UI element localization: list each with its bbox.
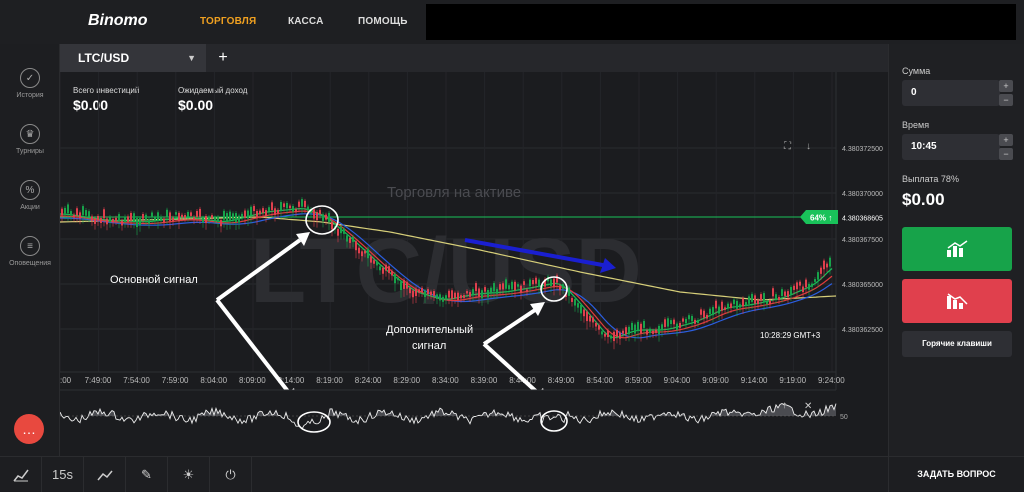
indicators-icon bbox=[96, 470, 113, 480]
drawing-tools-button[interactable]: ✎ bbox=[126, 457, 168, 492]
price-tick-label: 4.380367500 bbox=[842, 237, 883, 244]
oscillator-level: 50 bbox=[840, 414, 848, 421]
time-tick-label: 9:14:00 bbox=[741, 376, 768, 385]
server-time: 10:28:29 GMT+3 bbox=[760, 331, 821, 340]
time-tick-label: 8:34:00 bbox=[432, 376, 459, 385]
indicators-button[interactable] bbox=[84, 457, 126, 492]
drawing-tools-icon: ✎ bbox=[141, 466, 152, 482]
time-axis: :00 7:49:00 7:54:00 7:59:00 8:04:00 8:09:00 8:… bbox=[60, 376, 845, 385]
redacted-area bbox=[426, 4, 1016, 40]
amount-plus-button[interactable]: + bbox=[999, 80, 1013, 92]
chat-icon: … bbox=[22, 421, 36, 437]
time-input[interactable]: 10:45 bbox=[902, 134, 1000, 160]
chart-type-button[interactable] bbox=[0, 457, 42, 492]
chart-down-icon bbox=[947, 293, 968, 309]
amount-minus-button[interactable]: − bbox=[999, 94, 1013, 106]
price-tick-label: 4.380362500 bbox=[842, 327, 883, 334]
sidebar-item-label: История bbox=[16, 92, 44, 99]
nav-trade[interactable]: ТОРГОВЛЯ bbox=[200, 16, 256, 27]
asset-tab[interactable]: LTC/USD ▼ bbox=[60, 44, 206, 72]
time-tick-label: 8:09:00 bbox=[239, 376, 266, 385]
chart-area[interactable]: Всего инвестиций $0.00 Ожидаемый доход $… bbox=[60, 72, 888, 456]
nav-help[interactable]: ПОМОЩЬ bbox=[358, 16, 408, 27]
annotation-extra-signal-line1: Дополнительный bbox=[386, 324, 473, 336]
time-tick-label: 8:39:00 bbox=[471, 376, 498, 385]
time-tick-label: 9:09:00 bbox=[702, 376, 729, 385]
time-tick-label: 8:29:00 bbox=[393, 376, 420, 385]
payout-label: Выплата 78% bbox=[902, 174, 959, 184]
close-icon[interactable]: ✕ bbox=[804, 401, 812, 412]
nav-cash[interactable]: КАССА bbox=[288, 16, 324, 27]
sidebar-item-label: Турниры bbox=[16, 148, 44, 155]
amount-label: Сумма bbox=[902, 66, 931, 76]
time-tick-label: 8:59:00 bbox=[625, 376, 652, 385]
time-tick-label: 9:24:00 bbox=[818, 376, 845, 385]
time-tick-label: 8:19:00 bbox=[316, 376, 343, 385]
current-price-badge: 64% ↑ 4.380368605 bbox=[800, 210, 888, 224]
trade-panel: Сумма 0 + − Время 10:45 + − Выплата 78% … bbox=[888, 44, 1024, 456]
annotation-extra-signal-line2: сигнал bbox=[412, 340, 446, 352]
notifications-icon: ≡ bbox=[20, 236, 40, 256]
sidebar-item-promo[interactable]: % Акции bbox=[0, 180, 60, 211]
time-tick-label: 7:54:00 bbox=[123, 376, 150, 385]
chart-type-icon bbox=[12, 469, 29, 481]
sidebar-item-label: Акции bbox=[20, 204, 40, 211]
time-tick-label: 8:24:00 bbox=[355, 376, 382, 385]
download-icon[interactable]: ↓ bbox=[806, 141, 811, 152]
theme-button[interactable]: ☀ bbox=[168, 457, 210, 492]
sidebar-item-label: Оповещения bbox=[9, 260, 51, 267]
timeframe-button[interactable]: 15s bbox=[42, 457, 84, 492]
ask-question-button[interactable]: ЗАДАТЬ ВОПРОС bbox=[888, 457, 1024, 492]
time-plus-button[interactable]: + bbox=[999, 134, 1013, 146]
signals-button[interactable]: ⏻ bbox=[210, 457, 252, 492]
plug-icon: ⏻ bbox=[225, 466, 236, 482]
payout-value: $0.00 bbox=[902, 190, 945, 209]
top-bar: Binomo ТОРГОВЛЯ КАССА ПОМОЩЬ bbox=[0, 0, 1024, 44]
price-tick-label: 4.380372500 bbox=[842, 146, 883, 153]
fullscreen-icon[interactable]: ⛶ bbox=[783, 141, 792, 152]
move-up-icon[interactable]: ↑ bbox=[782, 400, 787, 411]
price-axis: 4.380372500 4.380370000 4.380367500 4.38036… bbox=[842, 146, 883, 334]
time-tick-label: 9:04:00 bbox=[664, 376, 691, 385]
sun-icon: ☀ bbox=[182, 466, 195, 482]
history-icon: ✓ bbox=[20, 68, 40, 88]
call-button[interactable] bbox=[902, 227, 1012, 271]
bottom-toolbar: 15s ✎ ☀ ⏻ ЗАДАТЬ ВОПРОС bbox=[0, 456, 1024, 492]
sidebar: ✓ История ♛ Турниры % Акции ≡ Оповещения bbox=[0, 44, 60, 456]
time-tick-label: 8:04:00 bbox=[200, 376, 227, 385]
tournaments-icon: ♛ bbox=[20, 124, 40, 144]
time-tick-label: 8:49:00 bbox=[548, 376, 575, 385]
current-price-value: 4.380368605 bbox=[842, 216, 883, 223]
put-button[interactable] bbox=[902, 279, 1012, 323]
chat-button[interactable]: … bbox=[14, 414, 44, 444]
sidebar-item-notifications[interactable]: ≡ Оповещения bbox=[0, 236, 60, 267]
time-tick-label: 8:54:00 bbox=[586, 376, 613, 385]
hotkeys-button[interactable]: Горячие клавиши bbox=[902, 331, 1012, 357]
price-tick-label: 4.380370000 bbox=[842, 191, 883, 198]
add-tab-button[interactable]: + bbox=[212, 44, 234, 72]
time-tick-label: :00 bbox=[60, 376, 72, 385]
time-minus-button[interactable]: − bbox=[999, 148, 1013, 160]
payout-badge: 64% ↑ bbox=[810, 214, 832, 223]
logo[interactable]: Binomo bbox=[88, 12, 148, 30]
time-tick-label: 9:19:00 bbox=[779, 376, 806, 385]
price-chart[interactable]: Торговля на активе LTC/USD 4.3803725004.… bbox=[60, 72, 888, 456]
watermark-title: Торговля на активе bbox=[387, 184, 521, 201]
promo-icon: % bbox=[20, 180, 40, 200]
price-tick-label: 4.380365000 bbox=[842, 282, 883, 289]
sidebar-item-tournaments[interactable]: ♛ Турниры bbox=[0, 124, 60, 155]
chevron-down-icon[interactable]: ▼ bbox=[187, 44, 196, 72]
time-label: Время bbox=[902, 120, 930, 130]
asset-tab-label: LTC/USD bbox=[78, 51, 130, 65]
sidebar-item-history[interactable]: ✓ История bbox=[0, 68, 60, 99]
time-tick-label: 7:59:00 bbox=[162, 376, 189, 385]
asset-tab-bar: LTC/USD ▼ + bbox=[60, 44, 888, 72]
amount-input[interactable]: 0 bbox=[902, 80, 1000, 106]
chart-up-icon bbox=[947, 240, 968, 257]
time-tick-label: 7:49:00 bbox=[85, 376, 112, 385]
annotation-main-signal: Основной сигнал bbox=[110, 274, 198, 286]
